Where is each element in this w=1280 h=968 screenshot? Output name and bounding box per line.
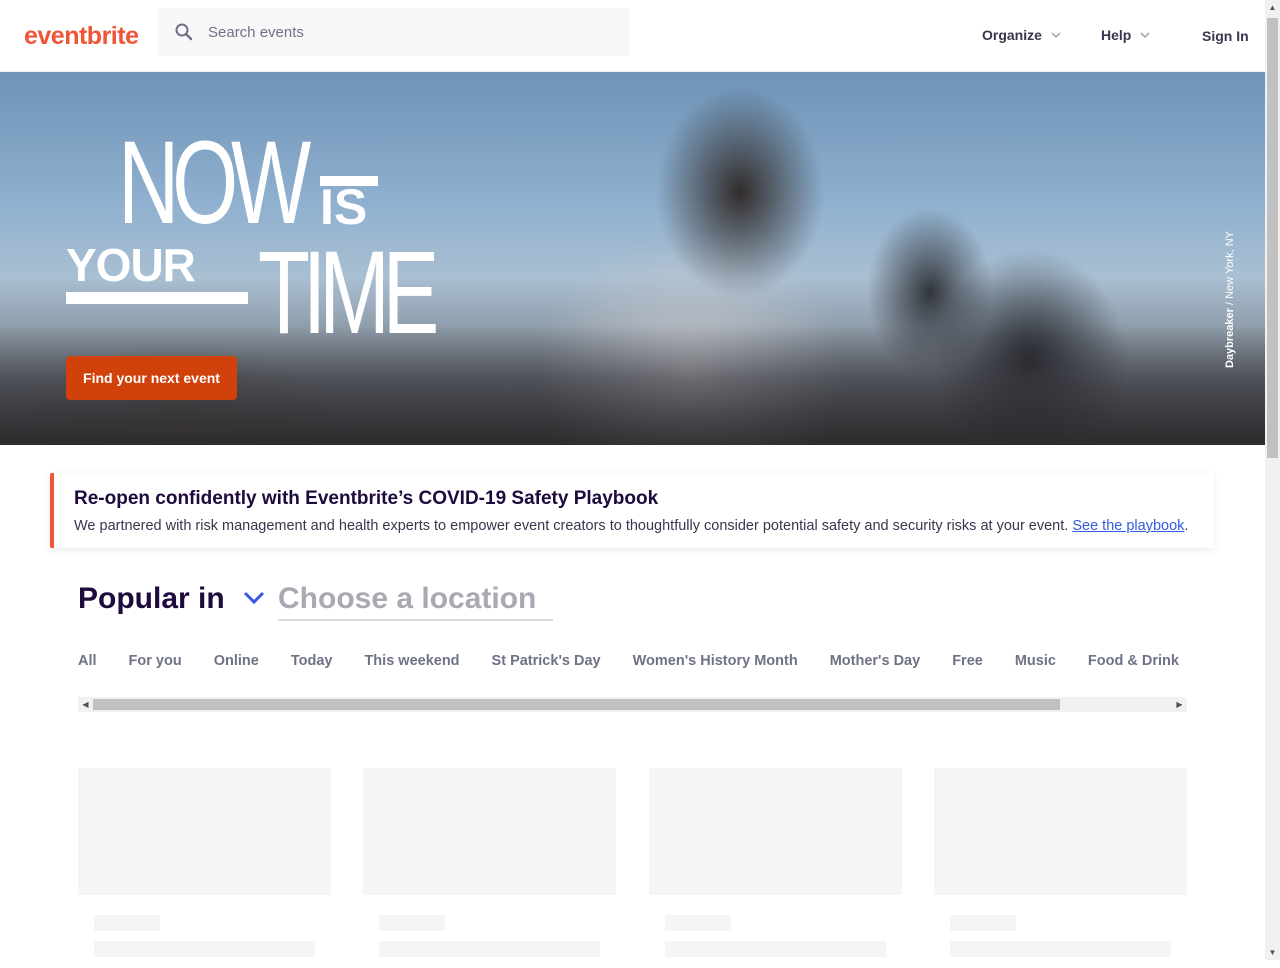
- category-tab[interactable]: All: [78, 653, 97, 669]
- popular-in-heading: Popular in: [78, 582, 225, 615]
- search-bar[interactable]: [158, 8, 630, 56]
- nav-help-label: Help: [1101, 27, 1132, 43]
- nav-organize[interactable]: Organize: [982, 27, 1062, 43]
- tabs-scroll-thumb[interactable]: [93, 699, 1060, 710]
- location-chevron-down-icon[interactable]: [242, 588, 266, 608]
- card-text-placeholder: [94, 915, 160, 931]
- covid-safety-notice: Re-open confidently with Eventbrite’s CO…: [50, 473, 1214, 548]
- card-text-placeholder: [665, 915, 731, 931]
- card-text-placeholder: [950, 915, 1016, 931]
- category-tab[interactable]: Online: [214, 653, 259, 669]
- card-image-placeholder: [934, 768, 1187, 895]
- photo-credit-location: / New York, NY: [1224, 231, 1236, 309]
- event-card-skeleton: [363, 768, 616, 968]
- card-image-placeholder: [363, 768, 616, 895]
- scroll-left-arrow-icon[interactable]: ◀: [78, 697, 93, 712]
- tabs-horizontal-scrollbar[interactable]: ◀ ▶: [78, 697, 1187, 712]
- scroll-down-arrow-icon[interactable]: ▼: [1265, 945, 1280, 960]
- card-image-placeholder: [649, 768, 902, 895]
- category-tab[interactable]: This weekend: [364, 653, 459, 669]
- event-card-skeleton: [78, 768, 331, 968]
- notice-trailing: .: [1184, 518, 1189, 534]
- event-card-skeleton: [649, 768, 902, 968]
- card-text-placeholder: [379, 941, 600, 957]
- location-input[interactable]: [278, 578, 553, 621]
- nav-organize-label: Organize: [982, 27, 1042, 43]
- nav-help[interactable]: Help: [1101, 27, 1151, 43]
- search-input[interactable]: [208, 8, 618, 56]
- notice-title: Re-open confidently with Eventbrite’s CO…: [74, 488, 659, 509]
- find-next-event-button[interactable]: Find your next event: [66, 356, 237, 400]
- card-text-placeholder: [94, 941, 315, 957]
- category-tab[interactable]: Mother's Day: [830, 653, 920, 669]
- eventbrite-logo[interactable]: eventbrite: [24, 22, 139, 51]
- card-text-placeholder: [950, 941, 1171, 957]
- card-image-placeholder: [78, 768, 331, 895]
- notice-body: We partnered with risk management and he…: [74, 518, 1188, 534]
- scroll-up-arrow-icon[interactable]: ▲: [1265, 0, 1280, 15]
- category-tab[interactable]: St Patrick's Day: [492, 653, 601, 669]
- chevron-down-icon: [1140, 32, 1150, 39]
- see-playbook-link[interactable]: See the playbook: [1072, 518, 1184, 534]
- headline-now: NOW: [118, 117, 311, 249]
- search-icon: [175, 23, 193, 41]
- headline-time: TIME: [258, 227, 439, 359]
- hero-banner: NOW IS YOUR TIME Find your next event Da…: [0, 72, 1265, 445]
- photo-credit: Daybreaker / New York, NY: [1224, 188, 1236, 368]
- page-scroll-thumb[interactable]: [1267, 18, 1278, 458]
- top-header: eventbrite Organize Help Sign In: [0, 0, 1265, 72]
- chevron-down-icon: [1051, 32, 1061, 39]
- scroll-right-arrow-icon[interactable]: ▶: [1172, 697, 1187, 712]
- photo-credit-org: Daybreaker: [1224, 308, 1236, 368]
- category-tab[interactable]: Free: [952, 653, 983, 669]
- category-tab[interactable]: Women's History Month: [633, 653, 798, 669]
- headline-is: IS: [320, 179, 368, 235]
- hero-headline: NOW IS YOUR TIME: [66, 124, 456, 359]
- category-tabs: All For you Online Today This weekend St Patr…: [78, 652, 1187, 672]
- headline-bar-bottom: [66, 292, 248, 304]
- category-tab[interactable]: Food & Drink: [1088, 653, 1179, 669]
- sign-in-link[interactable]: Sign In: [1202, 28, 1249, 44]
- headline-your: YOUR: [66, 239, 196, 291]
- notice-text: We partnered with risk management and he…: [74, 518, 1073, 534]
- card-text-placeholder: [665, 941, 886, 957]
- event-card-skeleton: [934, 768, 1187, 968]
- card-text-placeholder: [379, 915, 445, 931]
- category-tab[interactable]: Today: [291, 653, 333, 669]
- category-tab[interactable]: Music: [1015, 653, 1056, 669]
- category-tab[interactable]: For you: [129, 653, 182, 669]
- page-vertical-scrollbar[interactable]: ▲ ▼: [1265, 0, 1280, 960]
